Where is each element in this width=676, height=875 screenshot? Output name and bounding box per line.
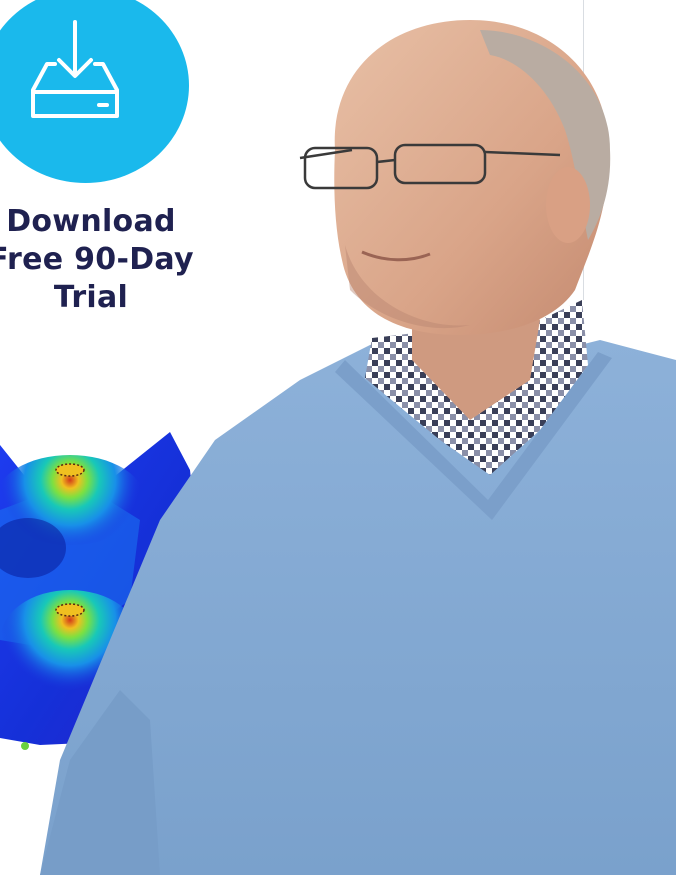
person-photo bbox=[40, 20, 676, 875]
promo-banner: Download Free 90-Day Trial bbox=[0, 0, 676, 875]
